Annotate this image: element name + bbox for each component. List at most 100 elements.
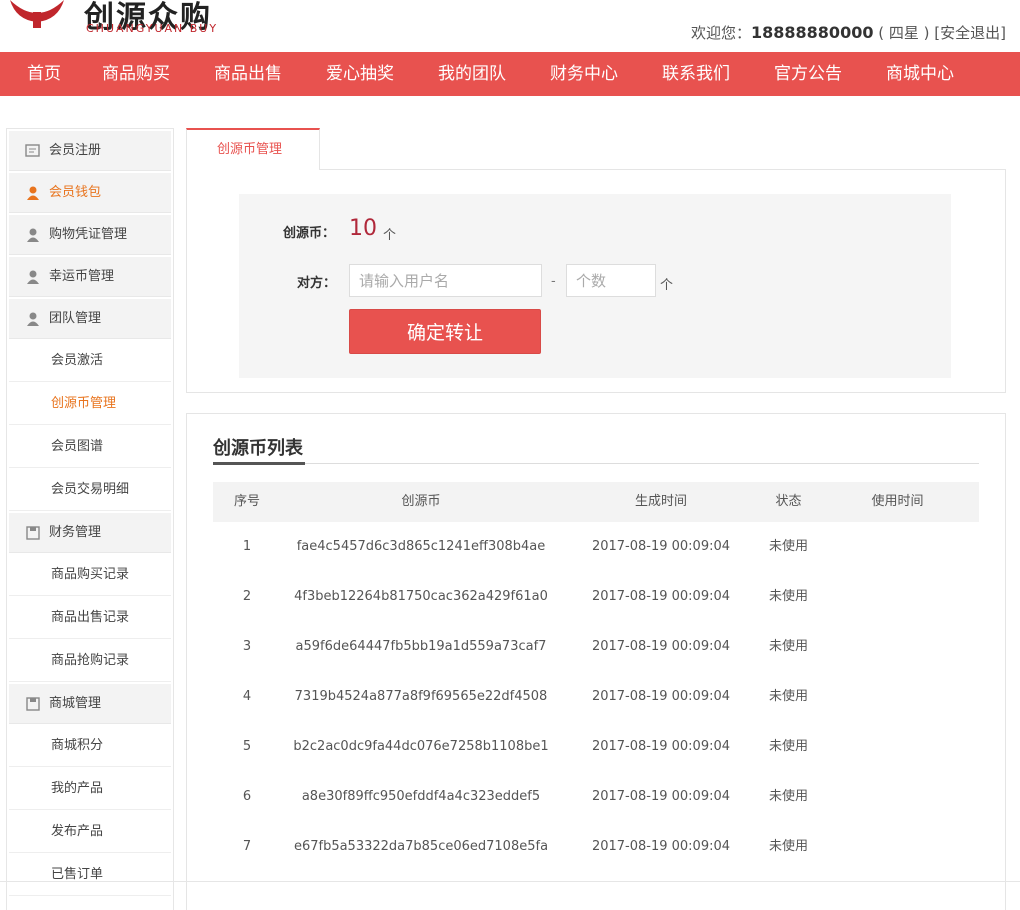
user-level: ( 四星 ) bbox=[878, 24, 930, 42]
sidebar-item-label: 购物凭证管理 bbox=[49, 227, 128, 242]
table-row: 6 a8e30f89ffc950efddf4a4c323eddef5 2017-… bbox=[213, 772, 979, 822]
sidebar-sub-mall-points[interactable]: 商城积分 bbox=[9, 724, 171, 767]
sidebar-sub-my-products[interactable]: 我的产品 bbox=[9, 767, 171, 810]
tab-coin-manage[interactable]: 创源币管理 bbox=[186, 128, 320, 170]
cell-no: 6 bbox=[242, 789, 252, 804]
sidebar-item-label: 幸运币管理 bbox=[49, 269, 115, 284]
sidebar-item-label: 会员钱包 bbox=[49, 185, 102, 200]
nav-lottery[interactable]: 爱心抽奖 bbox=[304, 52, 416, 96]
cell-code: e67fb5a53322da7b85ce06ed7108e5fa bbox=[293, 839, 549, 854]
cell-time: 2017-08-19 00:09:04 bbox=[591, 539, 731, 554]
sidebar-item-wallet[interactable]: 会员钱包 bbox=[9, 173, 171, 213]
nav-buy[interactable]: 商品购买 bbox=[80, 52, 192, 96]
logo-subtext: CHUANGYUAN BUY bbox=[86, 22, 219, 35]
sidebar-item-mall[interactable]: 商城管理 bbox=[9, 684, 171, 724]
logo[interactable]: 创源众购 CHUANGYUAN BUY bbox=[0, 0, 280, 40]
cell-time: 2017-08-19 00:09:04 bbox=[591, 689, 731, 704]
sidebar-sub-member-map[interactable]: 会员图谱 bbox=[9, 425, 171, 468]
user-icon bbox=[27, 270, 39, 284]
table-row: 3 a59f6de64447fb5bb19a1d559a73caf7 2017-… bbox=[213, 622, 979, 672]
sidebar-sub-activate[interactable]: 会员激活 bbox=[9, 339, 171, 382]
sidebar-sub-buy-record[interactable]: 商品购买记录 bbox=[9, 553, 171, 596]
user-icon bbox=[27, 312, 39, 326]
cell-no: 2 bbox=[242, 589, 252, 604]
nav-contact[interactable]: 联系我们 bbox=[640, 52, 752, 96]
quantity-unit: 个 bbox=[660, 278, 674, 293]
sidebar-sub-rush-record[interactable]: 商品抢购记录 bbox=[9, 639, 171, 682]
cell-time: 2017-08-19 00:09:04 bbox=[591, 739, 731, 754]
cell-used bbox=[816, 672, 979, 722]
cell-status: 未使用 bbox=[768, 739, 808, 754]
header-no: 序号 bbox=[233, 494, 260, 509]
transfer-form: 创源币： 10 个 对方： - 个 确定转让 bbox=[239, 194, 951, 378]
register-icon bbox=[25, 144, 40, 157]
separator: - bbox=[551, 274, 556, 289]
save-icon bbox=[26, 697, 40, 711]
cell-no: 5 bbox=[242, 739, 252, 754]
nav-notice[interactable]: 官方公告 bbox=[752, 52, 864, 96]
cell-no: 4 bbox=[242, 689, 252, 704]
cell-no: 7 bbox=[242, 839, 252, 854]
cell-time: 2017-08-19 00:09:04 bbox=[591, 589, 731, 604]
header-used: 使用时间 bbox=[871, 494, 924, 509]
sidebar-item-label: 财务管理 bbox=[49, 525, 102, 540]
nav-team[interactable]: 我的团队 bbox=[416, 52, 528, 96]
table-row: 5 b2c2ac0dc9fa44dc076e7258b1108be1 2017-… bbox=[213, 722, 979, 772]
quantity-input[interactable] bbox=[566, 264, 656, 297]
user-phone: 18888880000 bbox=[751, 23, 874, 42]
table-header: 序号 创源币 生成时间 状态 使用时间 bbox=[213, 482, 979, 522]
user-icon bbox=[27, 186, 39, 200]
username-input[interactable] bbox=[349, 264, 542, 297]
divider bbox=[213, 463, 979, 464]
cell-code: a59f6de64447fb5bb19a1d559a73caf7 bbox=[295, 639, 547, 654]
sidebar-sub-publish-product[interactable]: 发布产品 bbox=[9, 810, 171, 853]
nav-finance[interactable]: 财务中心 bbox=[528, 52, 640, 96]
sidebar-item-voucher[interactable]: 购物凭证管理 bbox=[9, 215, 171, 255]
coin-table: 序号 创源币 生成时间 状态 使用时间 1 fae4c5457d6c3d865c… bbox=[213, 482, 979, 872]
sidebar-item-lucky-coin[interactable]: 幸运币管理 bbox=[9, 257, 171, 297]
cell-no: 3 bbox=[242, 639, 252, 654]
sidebar-item-label: 团队管理 bbox=[49, 311, 102, 326]
cell-code: b2c2ac0dc9fa44dc076e7258b1108be1 bbox=[293, 739, 549, 754]
logo-icon bbox=[10, 0, 64, 28]
nav-mall[interactable]: 商城中心 bbox=[864, 52, 976, 96]
cell-used bbox=[816, 622, 979, 672]
coin-balance: 10 bbox=[349, 216, 377, 241]
cell-status: 未使用 bbox=[768, 539, 808, 554]
welcome-label: 欢迎您： bbox=[690, 24, 751, 42]
sidebar-item-finance[interactable]: 财务管理 bbox=[9, 513, 171, 553]
sidebar-sub-trade-detail[interactable]: 会员交易明细 bbox=[9, 468, 171, 511]
sidebar-sub-sell-record[interactable]: 商品出售记录 bbox=[9, 596, 171, 639]
cell-used bbox=[816, 522, 979, 572]
sidebar-item-label: 商城管理 bbox=[49, 696, 102, 711]
cell-status: 未使用 bbox=[768, 589, 808, 604]
coin-label: 创源币： bbox=[283, 226, 336, 241]
nav-home[interactable]: 首页 bbox=[8, 52, 80, 96]
sidebar: 会员注册 会员钱包 购物凭证管理 幸运币管理 团队管理 会员激活 创源币管理 会… bbox=[6, 128, 174, 910]
confirm-transfer-button[interactable]: 确定转让 bbox=[349, 309, 541, 354]
logout-link[interactable]: [安全退出] bbox=[934, 24, 1006, 42]
cell-code: a8e30f89ffc950efddf4a4c323eddef5 bbox=[301, 789, 541, 804]
cell-code: 7319b4524a877a8f9f69565e22df4508 bbox=[294, 689, 548, 704]
sidebar-item-team[interactable]: 团队管理 bbox=[9, 299, 171, 339]
cell-time: 2017-08-19 00:09:04 bbox=[591, 789, 731, 804]
cell-used bbox=[816, 772, 979, 822]
table-row: 1 fae4c5457d6c3d865c1241eff308b4ae 2017-… bbox=[213, 522, 979, 572]
sidebar-sub-coin-manage[interactable]: 创源币管理 bbox=[9, 382, 171, 425]
sidebar-item-register[interactable]: 会员注册 bbox=[9, 131, 171, 171]
cell-code: fae4c5457d6c3d865c1241eff308b4ae bbox=[296, 539, 546, 554]
cell-used bbox=[816, 822, 979, 872]
title-underline bbox=[213, 462, 305, 465]
sidebar-sub-sold-orders[interactable]: 已售订单 bbox=[9, 853, 171, 896]
cell-time: 2017-08-19 00:09:04 bbox=[591, 839, 731, 854]
cell-status: 未使用 bbox=[768, 839, 808, 854]
nav-sell[interactable]: 商品出售 bbox=[192, 52, 304, 96]
user-icon bbox=[27, 228, 39, 242]
page-bottom-divider bbox=[0, 881, 1020, 882]
cell-status: 未使用 bbox=[768, 789, 808, 804]
sidebar-item-label: 会员注册 bbox=[49, 143, 102, 158]
header-status: 状态 bbox=[775, 494, 802, 509]
header-coin: 创源币 bbox=[401, 494, 441, 509]
header: 创源众购 CHUANGYUAN BUY 欢迎您：18888880000 ( 四星… bbox=[0, 0, 1020, 52]
welcome-bar: 欢迎您：18888880000 ( 四星 ) [安全退出] bbox=[691, 22, 1006, 43]
